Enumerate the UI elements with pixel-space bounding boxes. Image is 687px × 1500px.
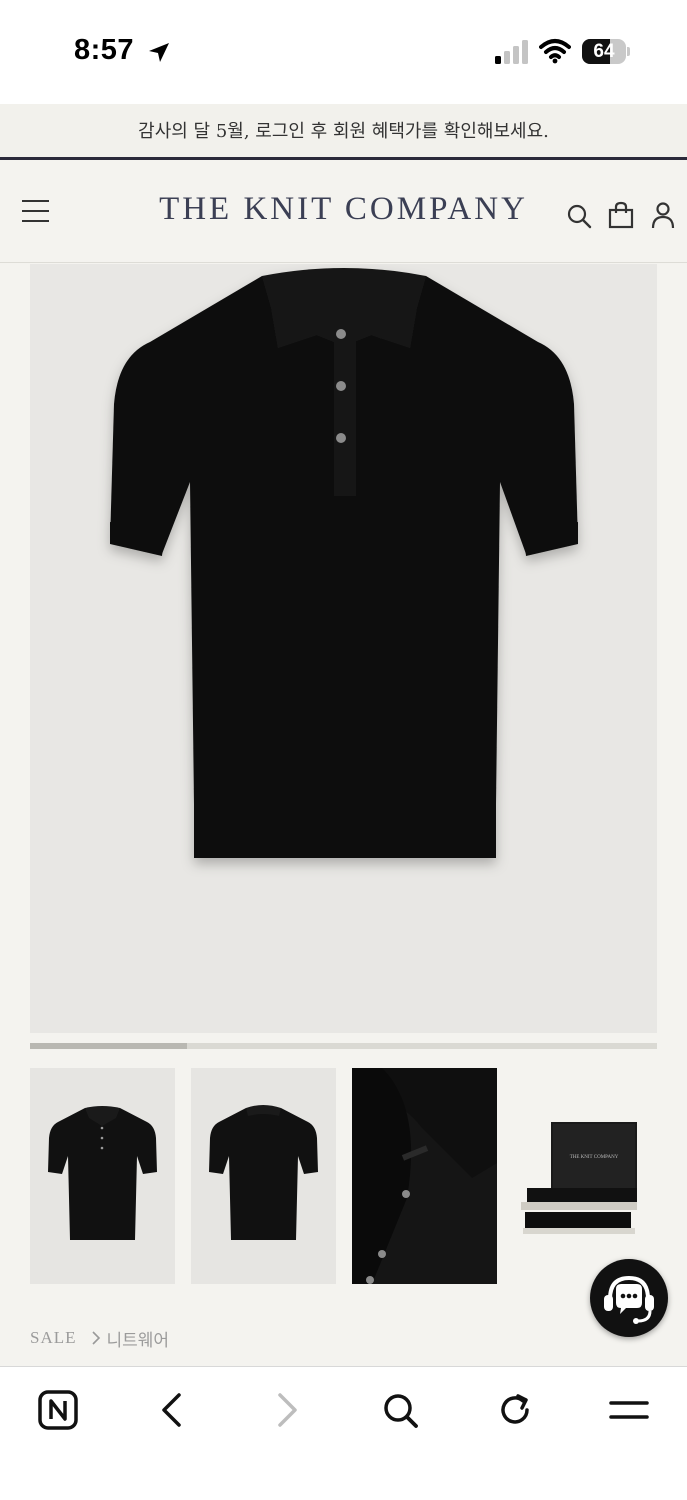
battery-icon: 64 (582, 39, 630, 65)
search-icon[interactable] (381, 1391, 419, 1429)
breadcrumb-sale-link[interactable]: SALE (30, 1328, 77, 1348)
gift-box-thumbnail: THE KNIT COMPANY (521, 1122, 637, 1234)
forward-arrow-icon[interactable] (272, 1392, 302, 1428)
gallery-progress-bar (30, 1043, 657, 1049)
customer-support-chat-button[interactable] (590, 1259, 668, 1337)
polo-back-thumbnail (209, 1105, 318, 1240)
shopping-bag-icon[interactable] (608, 201, 634, 229)
thumbnail-front[interactable] (30, 1068, 175, 1284)
browser-toolbar (0, 1366, 687, 1500)
refresh-icon[interactable] (496, 1391, 534, 1429)
wifi-icon (539, 39, 571, 64)
breadcrumb-knitwear-link[interactable]: 니트웨어 (107, 1326, 170, 1351)
thumbnail-collar-detail[interactable] (352, 1068, 497, 1284)
battery-percentage: 64 (593, 41, 615, 62)
status-time: 8:57 (74, 34, 135, 66)
naver-n-icon[interactable] (38, 1390, 78, 1430)
site-header: THE KNIT COMPANY (0, 161, 687, 263)
location-arrow-icon (149, 43, 169, 62)
product-main-image[interactable] (30, 264, 657, 1033)
back-arrow-icon[interactable] (157, 1392, 187, 1428)
breadcrumb: SALE 니트웨어 (30, 1326, 170, 1351)
status-bar: 8:57 64 (0, 0, 687, 104)
search-icon[interactable] (566, 203, 592, 229)
menu-icon[interactable] (608, 1395, 650, 1425)
gift-box-label: THE KNIT COMPANY (570, 1155, 619, 1160)
promo-banner[interactable]: 감사의 달 5월, 로그인 후 회원 혜택가를 확인해보세요. (0, 104, 687, 160)
chevron-right-icon (91, 1331, 100, 1345)
thumbnail-back[interactable] (191, 1068, 336, 1284)
cellular-signal-icon (495, 40, 528, 64)
polo-front-thumbnail (48, 1106, 157, 1240)
polo-shirt-image (110, 268, 578, 858)
headset-chat-icon (604, 1275, 654, 1324)
polo-collar-thumbnail (352, 1068, 497, 1284)
user-icon[interactable] (650, 201, 676, 229)
gallery-progress-fill (30, 1043, 187, 1049)
thumbnail-gift-box[interactable]: THE KNIT COMPANY (513, 1068, 658, 1284)
